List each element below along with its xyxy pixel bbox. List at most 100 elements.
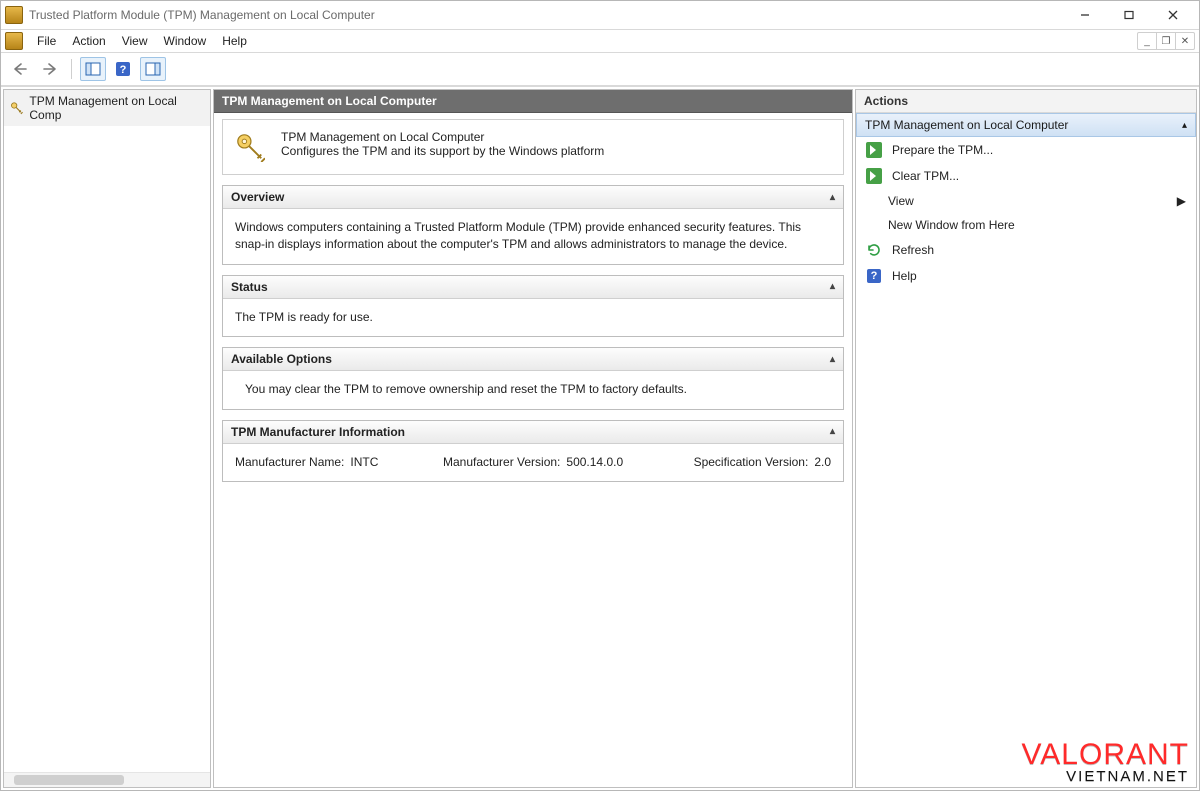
intro-subtitle: Configures the TPM and its support by th… xyxy=(281,144,604,158)
collapse-icon: ▴ xyxy=(830,354,835,365)
mfr-name-label: Manufacturer Name: xyxy=(235,454,344,471)
section-overview: Overview ▴ Windows computers containing … xyxy=(222,185,844,265)
collapse-icon: ▴ xyxy=(830,281,835,292)
intro-box: TPM Management on Local Computer Configu… xyxy=(222,119,844,175)
help-icon: ? xyxy=(866,268,882,284)
collapse-icon: ▴ xyxy=(830,426,835,437)
section-manufacturer-body: Manufacturer Name: INTC Manufacturer Ver… xyxy=(223,444,843,481)
menu-view[interactable]: View xyxy=(114,32,156,50)
menubar: File Action View Window Help _ ❐ ✕ xyxy=(1,30,1199,53)
mdi-close-button[interactable]: ✕ xyxy=(1175,33,1194,49)
main-title: TPM Management on Local Computer xyxy=(222,94,437,108)
tree-node-label: TPM Management on Local Comp xyxy=(29,94,204,122)
action-new-window-label: New Window from Here xyxy=(888,218,1015,232)
tree-filler xyxy=(4,126,210,772)
actions-group-label: TPM Management on Local Computer xyxy=(865,118,1068,132)
svg-text:?: ? xyxy=(120,64,127,76)
close-icon xyxy=(1168,10,1178,20)
menu-file[interactable]: File xyxy=(29,32,64,50)
refresh-icon xyxy=(866,242,882,258)
action-help[interactable]: ? Help xyxy=(856,263,1196,289)
body: TPM Management on Local Comp TPM Managem… xyxy=(1,86,1199,790)
section-manufacturer-header[interactable]: TPM Manufacturer Information ▴ xyxy=(223,421,843,444)
spec-version-pair: Specification Version: 2.0 xyxy=(694,454,831,471)
pane-icon xyxy=(85,62,101,76)
section-overview-body: Windows computers containing a Trusted P… xyxy=(223,209,843,264)
collapse-icon: ▴ xyxy=(1182,120,1187,131)
scrollbar-thumb[interactable] xyxy=(14,775,124,785)
action-clear-label: Clear TPM... xyxy=(892,169,959,183)
nav-forward-button[interactable] xyxy=(37,57,63,81)
app-window: Trusted Platform Module (TPM) Management… xyxy=(0,0,1200,791)
collapse-icon: ▴ xyxy=(830,192,835,203)
action-view[interactable]: View ▶ xyxy=(856,189,1196,213)
maximize-button[interactable] xyxy=(1107,3,1151,27)
section-options-title: Available Options xyxy=(231,352,332,366)
main-pane: TPM Management on Local Computer TPM Man… xyxy=(213,89,853,788)
spec-version-label: Specification Version: xyxy=(694,454,809,471)
actions-header: Actions xyxy=(856,90,1196,113)
tree-pane: TPM Management on Local Comp xyxy=(3,89,211,788)
section-status-header[interactable]: Status ▴ xyxy=(223,276,843,299)
toolbar: ? xyxy=(1,53,1199,86)
key-large-icon xyxy=(235,132,265,162)
key-icon xyxy=(10,101,23,115)
action-prepare-label: Prepare the TPM... xyxy=(892,143,993,157)
section-options-header[interactable]: Available Options ▴ xyxy=(223,348,843,371)
arrow-action-icon xyxy=(866,168,882,184)
action-view-label: View xyxy=(888,194,914,208)
section-status-body: The TPM is ready for use. xyxy=(223,299,843,336)
window-title: Trusted Platform Module (TPM) Management… xyxy=(29,8,1063,22)
chevron-right-icon: ▶ xyxy=(1177,194,1186,208)
mdi-minimize-button[interactable]: _ xyxy=(1138,33,1156,49)
mfr-version-pair: Manufacturer Version: 500.14.0.0 xyxy=(443,454,673,471)
app-icon xyxy=(5,6,23,24)
maximize-icon xyxy=(1124,10,1134,20)
section-overview-title: Overview xyxy=(231,190,284,204)
main-title-bar: TPM Management on Local Computer xyxy=(214,90,852,113)
nav-back-button[interactable] xyxy=(7,57,33,81)
mfr-name-pair: Manufacturer Name: INTC xyxy=(235,454,435,471)
action-refresh[interactable]: Refresh xyxy=(856,237,1196,263)
titlebar: Trusted Platform Module (TPM) Management… xyxy=(1,1,1199,30)
help-toolbar-button[interactable]: ? xyxy=(110,57,136,81)
section-options: Available Options ▴ You may clear the TP… xyxy=(222,347,844,409)
minimize-button[interactable] xyxy=(1063,3,1107,27)
action-refresh-label: Refresh xyxy=(892,243,934,257)
actions-pane: Actions TPM Management on Local Computer… xyxy=(855,89,1197,788)
minimize-icon xyxy=(1080,10,1090,20)
close-button[interactable] xyxy=(1151,3,1195,27)
action-new-window[interactable]: New Window from Here xyxy=(856,213,1196,237)
arrow-left-icon xyxy=(12,62,28,76)
mdi-controls: _ ❐ ✕ xyxy=(1137,32,1195,50)
intro-text: TPM Management on Local Computer Configu… xyxy=(281,130,604,158)
mmc-icon xyxy=(5,32,23,50)
mdi-restore-button[interactable]: ❐ xyxy=(1156,33,1175,49)
show-hide-tree-button[interactable] xyxy=(80,57,106,81)
action-help-label: Help xyxy=(892,269,917,283)
tree-horizontal-scrollbar[interactable] xyxy=(4,772,210,787)
toolbar-separator xyxy=(71,59,72,79)
menu-window[interactable]: Window xyxy=(156,32,215,50)
menu-help[interactable]: Help xyxy=(214,32,255,50)
section-overview-header[interactable]: Overview ▴ xyxy=(223,186,843,209)
mfr-name-value: INTC xyxy=(350,454,378,471)
arrow-right-icon xyxy=(42,62,58,76)
action-prepare-tpm[interactable]: Prepare the TPM... xyxy=(856,137,1196,163)
menu-action[interactable]: Action xyxy=(64,32,113,50)
main-content: TPM Management on Local Computer Configu… xyxy=(214,113,852,787)
tree-node-tpm[interactable]: TPM Management on Local Comp xyxy=(4,90,210,126)
spec-version-value: 2.0 xyxy=(814,454,831,471)
section-status: Status ▴ The TPM is ready for use. xyxy=(222,275,844,337)
show-hide-action-button[interactable] xyxy=(140,57,166,81)
section-options-body: You may clear the TPM to remove ownershi… xyxy=(223,371,843,408)
mfr-version-label: Manufacturer Version: xyxy=(443,454,560,471)
mfr-version-value: 500.14.0.0 xyxy=(566,454,623,471)
section-status-title: Status xyxy=(231,280,268,294)
section-manufacturer: TPM Manufacturer Information ▴ Manufactu… xyxy=(222,420,844,482)
arrow-action-icon xyxy=(866,142,882,158)
pane-right-icon xyxy=(145,62,161,76)
action-clear-tpm[interactable]: Clear TPM... xyxy=(856,163,1196,189)
intro-title: TPM Management on Local Computer xyxy=(281,130,604,144)
actions-group-title[interactable]: TPM Management on Local Computer ▴ xyxy=(856,113,1196,137)
